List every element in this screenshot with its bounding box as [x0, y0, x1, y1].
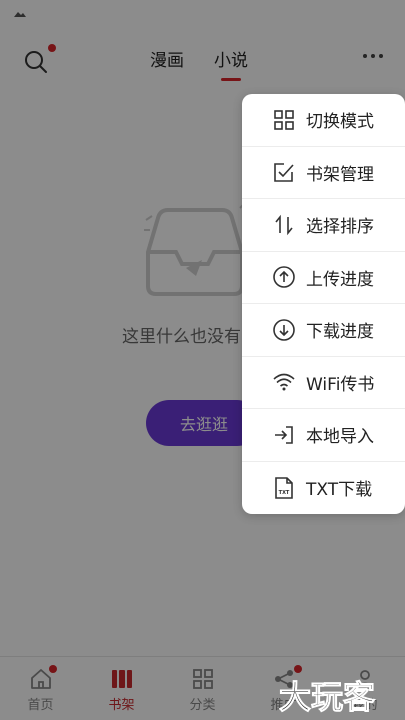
- menu-switch-mode-label: 切换模式: [306, 112, 374, 133]
- menu-txt-download-label: TXT下载: [306, 480, 373, 501]
- sort-arrows-icon: [275, 214, 293, 236]
- menu-download-progress[interactable]: 下载进度: [242, 304, 405, 357]
- menu-switch-mode[interactable]: 切换模式: [242, 94, 405, 147]
- txt-file-icon: TXT: [275, 476, 293, 499]
- menu-download-progress-label: 下载进度: [306, 322, 374, 343]
- menu-upload-progress[interactable]: 上传进度: [242, 252, 405, 304]
- watermark-logo: 大玩客: [279, 678, 376, 717]
- wifi-icon: [273, 373, 295, 391]
- menu-manage-shelf-label: 书架管理: [306, 164, 374, 185]
- menu-wifi-transfer[interactable]: WiFi传书: [242, 357, 405, 409]
- import-icon: [275, 425, 293, 444]
- svg-text:TXT: TXT: [279, 490, 290, 496]
- download-circle-icon: [273, 318, 295, 341]
- menu-sort-label: 选择排序: [306, 217, 374, 238]
- menu-local-import[interactable]: 本地导入: [242, 409, 405, 462]
- menu-wifi-transfer-label: WiFi传书: [306, 374, 375, 395]
- menu-sort[interactable]: 选择排序: [242, 199, 405, 252]
- menu-upload-progress-label: 上传进度: [306, 269, 374, 290]
- options-popup-menu: 切换模式 书架管理 选择排序 上传进度 下载进度 WiFi传书 本地导入 TXT…: [242, 94, 405, 514]
- grid-icon: [274, 109, 294, 130]
- checkbox-edit-icon: [274, 163, 294, 183]
- menu-manage-shelf[interactable]: 书架管理: [242, 147, 405, 199]
- menu-local-import-label: 本地导入: [306, 427, 374, 448]
- svg-text:大玩客: 大玩客: [279, 678, 375, 716]
- upload-circle-icon: [273, 266, 295, 289]
- menu-txt-download[interactable]: TXT TXT下载: [242, 462, 405, 515]
